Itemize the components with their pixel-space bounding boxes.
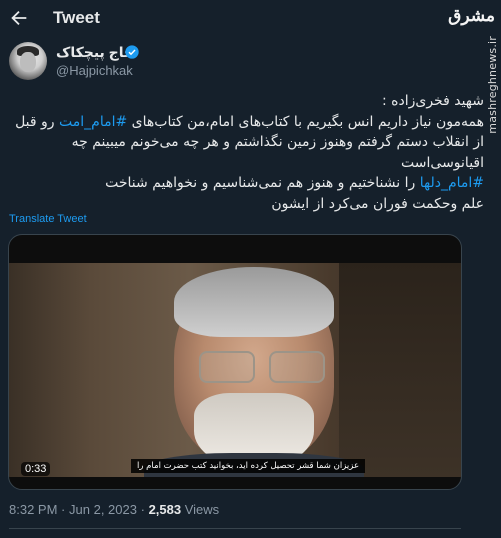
tweet-line: از انقلاب دستم گرفتم وهنوز زمین نگذاشتم … (71, 134, 484, 150)
tweet-text: شهید فخری‌زاده : همه‌مون نیاز داریم انس … (10, 91, 484, 214)
divider (9, 528, 461, 529)
hashtag-link[interactable]: #امام_امت (59, 114, 127, 130)
video-thumbnail[interactable]: عزیزان شما قشر تحصیل کرده اید، بخوانید ک… (9, 263, 461, 477)
author-handle[interactable]: @Hajpichkak (56, 63, 133, 78)
verified-badge-icon (125, 45, 139, 59)
tweet-time[interactable]: 8:32 PM (9, 502, 57, 517)
meta-separator: · (140, 502, 145, 517)
views-label: Views (184, 502, 220, 517)
video-player[interactable]: عزیزان شما قشر تحصیل کرده اید، بخوانید ک… (8, 234, 462, 490)
author-display-name[interactable]: حاج پیچکاک (56, 44, 134, 61)
tweet-author: حاج پیچکاک @Hajpichkak (9, 42, 449, 82)
tweet-meta: 8:32 PM · Jun 2, 2023 · 2,583 Views (9, 502, 219, 517)
avatar[interactable] (9, 42, 47, 80)
watermark-logo: مشرق (448, 6, 495, 26)
video-person-image (144, 267, 364, 477)
video-subtitle: عزیزان شما قشر تحصیل کرده اید، بخوانید ک… (131, 459, 366, 473)
tweet-line: همه‌مون نیاز داریم انس بگیریم با کتاب‌ها… (15, 113, 484, 130)
page-title: Tweet (53, 8, 100, 27)
tweet-line: علم وحکمت فوران می‌کرد از ایشون (271, 195, 484, 212)
video-duration: 0:33 (21, 462, 51, 476)
tweet-date[interactable]: Jun 2, 2023 (69, 502, 137, 517)
tweet-header: Tweet (0, 0, 470, 36)
tweet-line: اقیانوسی‌است (401, 154, 484, 171)
translate-tweet-link[interactable]: Translate Tweet (9, 213, 87, 225)
arrow-left-icon[interactable] (8, 7, 30, 29)
views-count: 2,583 (148, 502, 182, 517)
watermark-site: mashreghnews.ir (486, 36, 499, 134)
meta-separator: · (61, 502, 66, 517)
hashtag-link[interactable]: #امام_دلها (420, 175, 484, 191)
tweet-line: #امام_دلها را نشناختیم و هنوز هم نمی‌شنا… (105, 175, 484, 191)
tweet-line: شهید فخری‌زاده : (381, 93, 484, 109)
